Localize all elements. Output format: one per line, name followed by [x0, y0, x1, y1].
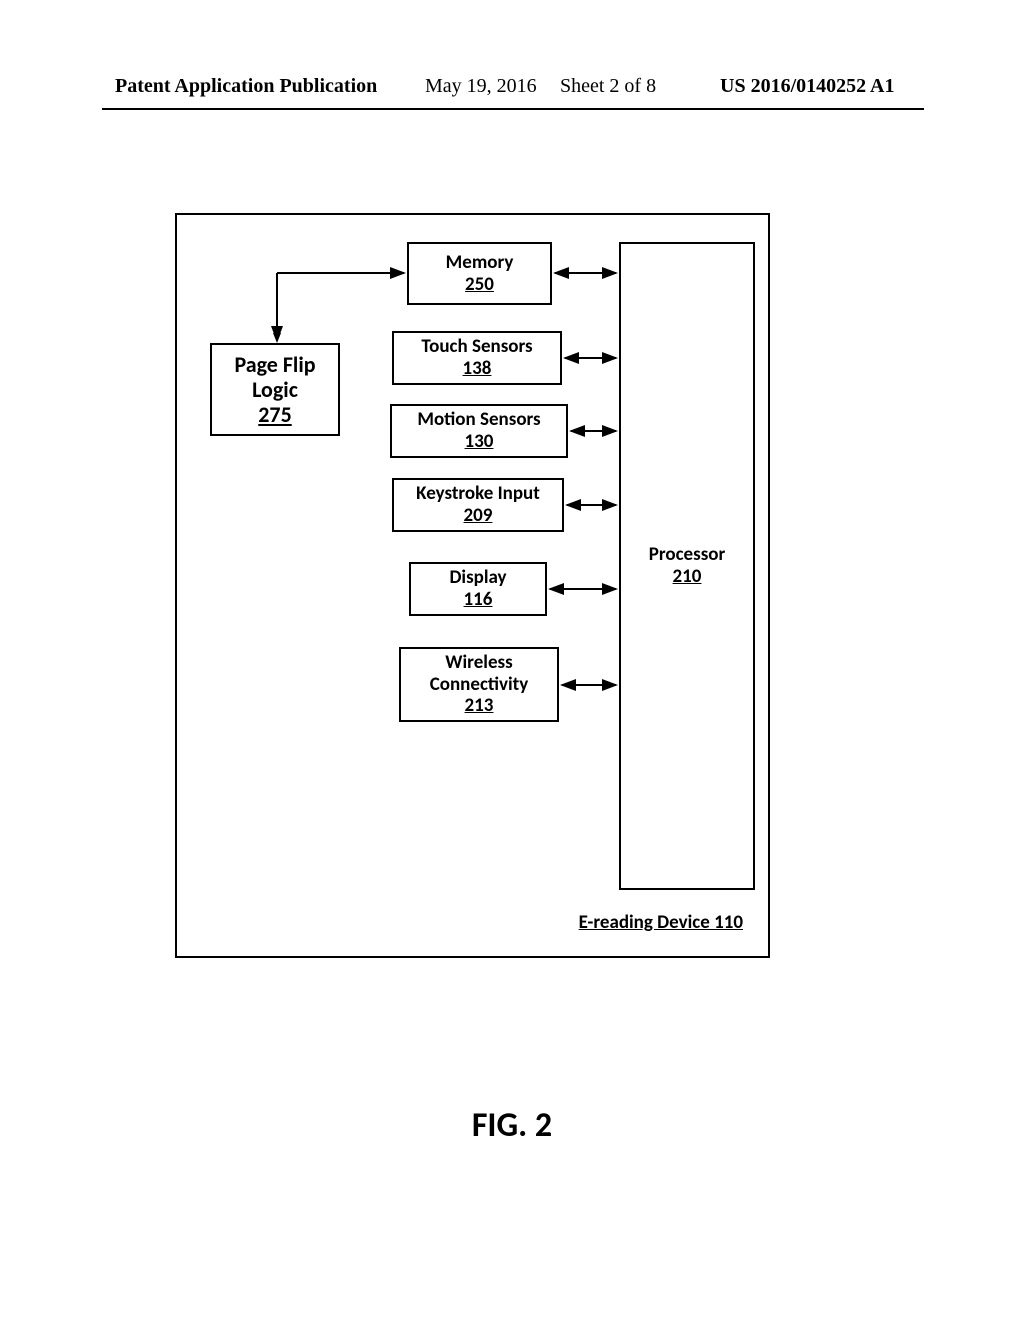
block-wireless-connectivity: Wireless Connectivity 213 [399, 647, 559, 722]
block-memory: Memory 250 [407, 242, 552, 305]
block-diagram: Page Flip Logic 275 Memory 250 Touch Sen… [175, 213, 770, 958]
block-title: Touch Sensors [421, 336, 532, 358]
block-title: Keystroke Input [416, 483, 540, 505]
block-title: Motion Sensors [417, 409, 540, 431]
block-ref-number: 213 [465, 695, 494, 717]
block-processor: Processor 210 [619, 242, 755, 890]
block-title: Memory [446, 252, 514, 274]
sheet-number: Sheet 2 of 8 [560, 75, 656, 98]
block-title: Wireless Connectivity [401, 652, 557, 696]
publication-label: Patent Application Publication [115, 75, 377, 98]
device-label: E-reading Device 110 [579, 911, 743, 934]
block-keystroke-input: Keystroke Input 209 [392, 478, 564, 532]
block-display: Display 116 [409, 562, 547, 616]
block-title: Page Flip Logic [212, 352, 338, 403]
figure-caption: FIG. 2 [0, 1105, 1024, 1146]
block-title: Processor [649, 544, 726, 566]
publication-number: US 2016/0140252 A1 [720, 75, 894, 98]
block-ref-number: 209 [464, 505, 493, 527]
block-touch-sensors: Touch Sensors 138 [392, 331, 562, 385]
block-page-flip-logic: Page Flip Logic 275 [210, 343, 340, 436]
block-motion-sensors: Motion Sensors 130 [390, 404, 568, 458]
block-ref-number: 210 [673, 566, 702, 588]
block-ref-number: 130 [465, 431, 494, 453]
block-ref-number: 250 [465, 274, 494, 296]
block-ref-number: 116 [464, 589, 493, 611]
publication-date: May 19, 2016 [425, 75, 537, 98]
block-title: Display [449, 567, 506, 589]
block-ref-number: 138 [463, 358, 492, 380]
block-ref-number: 275 [258, 402, 291, 427]
header-divider [102, 108, 924, 110]
